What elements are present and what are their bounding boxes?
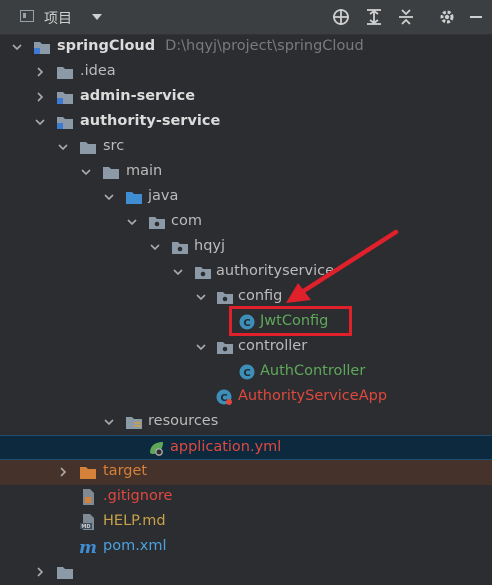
annotation-highlight-box	[229, 306, 352, 336]
annotation-arrow	[286, 229, 399, 303]
